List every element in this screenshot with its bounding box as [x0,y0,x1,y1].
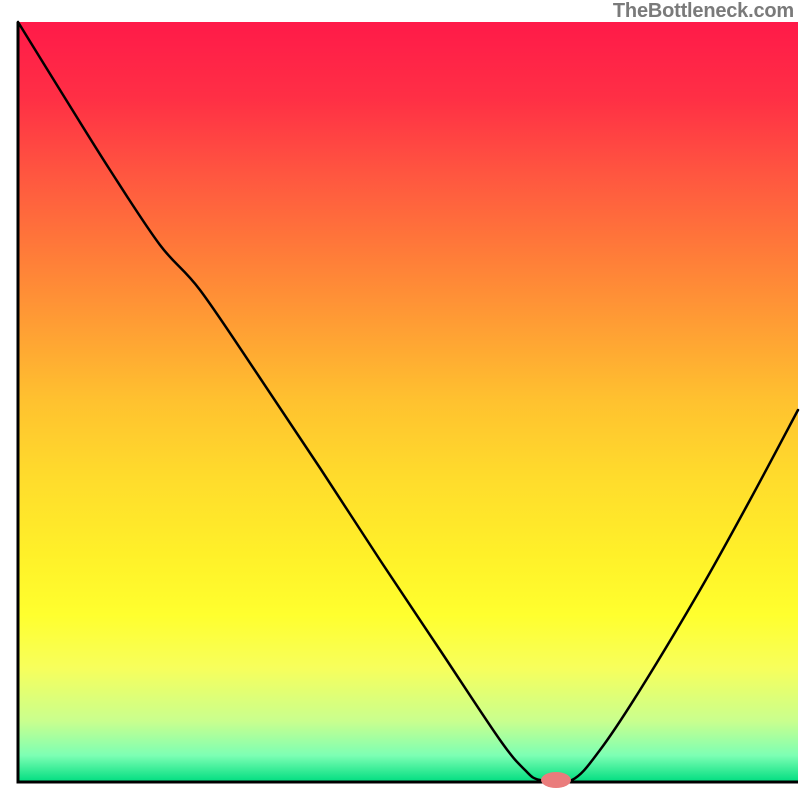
attribution-label: TheBottleneck.com [613,0,794,23]
chart-plot [0,0,800,800]
valley-marker [541,772,571,788]
chart-container: TheBottleneck.com [0,0,800,800]
plot-background [18,22,798,782]
